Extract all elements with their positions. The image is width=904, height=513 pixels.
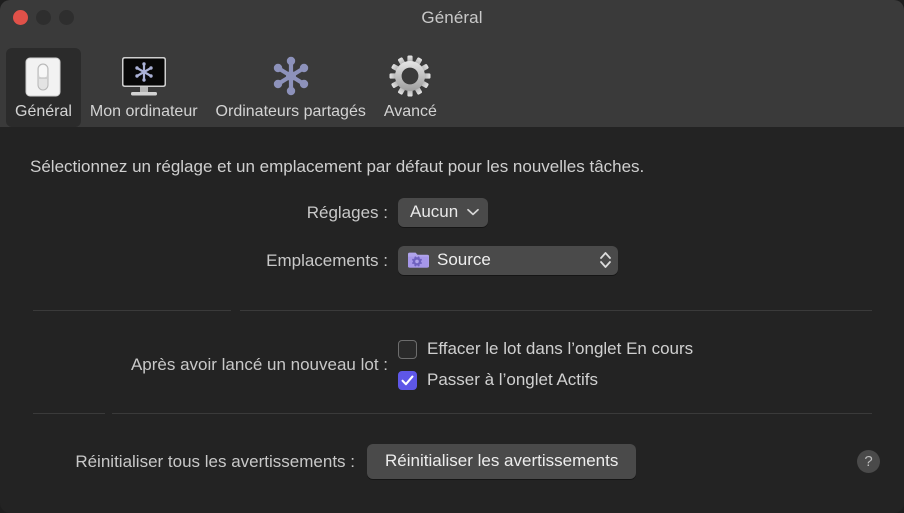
- section-separator-1b: [240, 310, 872, 311]
- preferences-window: Général Général Mon ordinateur Ordinateu…: [0, 0, 904, 513]
- reset-warnings-label: Réinitialiser tous les avertissements :: [75, 451, 355, 471]
- checkbox-label: Passer à l’onglet Actifs: [427, 370, 599, 389]
- chevron-up-down-icon: [600, 252, 611, 268]
- locations-row: Emplacements : Source: [0, 246, 640, 275]
- locations-combo-button[interactable]: Source: [398, 246, 618, 275]
- toolbar-item-shared-computers[interactable]: Ordinateurs partagés: [207, 48, 375, 127]
- toolbar-item-label: Ordinateurs partagés: [215, 103, 366, 120]
- help-button[interactable]: ?: [857, 450, 880, 473]
- checkbox-clear-batch[interactable]: Effacer le lot dans l’onglet En cours: [398, 339, 693, 359]
- settings-label: Réglages :: [306, 202, 388, 222]
- checkbox-box[interactable]: [398, 370, 417, 390]
- toolbar-item-label: Général: [15, 103, 72, 120]
- checkbox-box[interactable]: [398, 339, 417, 359]
- section-separator-2b: [112, 413, 872, 414]
- reset-warnings-row: Réinitialiser tous les avertissements : …: [0, 444, 800, 479]
- network-star-icon: [268, 53, 314, 99]
- gear-icon: [387, 53, 433, 99]
- toolbar-item-general[interactable]: Général: [6, 48, 81, 127]
- settings-row: Réglages : Aucun: [0, 198, 500, 227]
- locations-combo-value: Source: [437, 250, 491, 269]
- toolbar-item-advanced[interactable]: Avancé: [375, 48, 446, 127]
- toolbar-item-label: Avancé: [383, 103, 437, 120]
- toolbar-item-my-computer[interactable]: Mon ordinateur: [81, 48, 207, 127]
- window-titlebar: Général: [0, 0, 904, 36]
- after-batch-row: Après avoir lancé un nouveau lot : Effac…: [0, 339, 800, 390]
- toolbar-item-label: Mon ordinateur: [89, 103, 198, 120]
- purple-folder-gear-icon: [408, 252, 429, 268]
- preferences-content: Sélectionnez un réglage et un emplacemen…: [0, 127, 904, 513]
- section-separator-1: [33, 310, 231, 311]
- light-switch-icon: [22, 54, 64, 99]
- preferences-toolbar: Général Mon ordinateur Ordinateurs parta…: [0, 36, 904, 128]
- display-snowflake-icon: [117, 54, 171, 99]
- checkbox-label: Effacer le lot dans l’onglet En cours: [427, 339, 694, 358]
- chevron-down-icon: [467, 208, 480, 216]
- settings-popup-value: Aucun: [410, 202, 459, 221]
- locations-label: Emplacements :: [266, 250, 388, 270]
- reset-warnings-button[interactable]: Réinitialiser les avertissements: [367, 444, 637, 479]
- after-batch-label: Après avoir lancé un nouveau lot :: [130, 354, 388, 374]
- intro-text: Sélectionnez un réglage et un emplacemen…: [30, 157, 645, 176]
- window-title: Général: [421, 8, 483, 27]
- checkmark-icon: [401, 375, 414, 385]
- checkbox-switch-to-active-tab[interactable]: Passer à l’onglet Actifs: [398, 370, 693, 390]
- section-separator-2: [33, 413, 105, 414]
- settings-popup-button[interactable]: Aucun: [398, 198, 489, 227]
